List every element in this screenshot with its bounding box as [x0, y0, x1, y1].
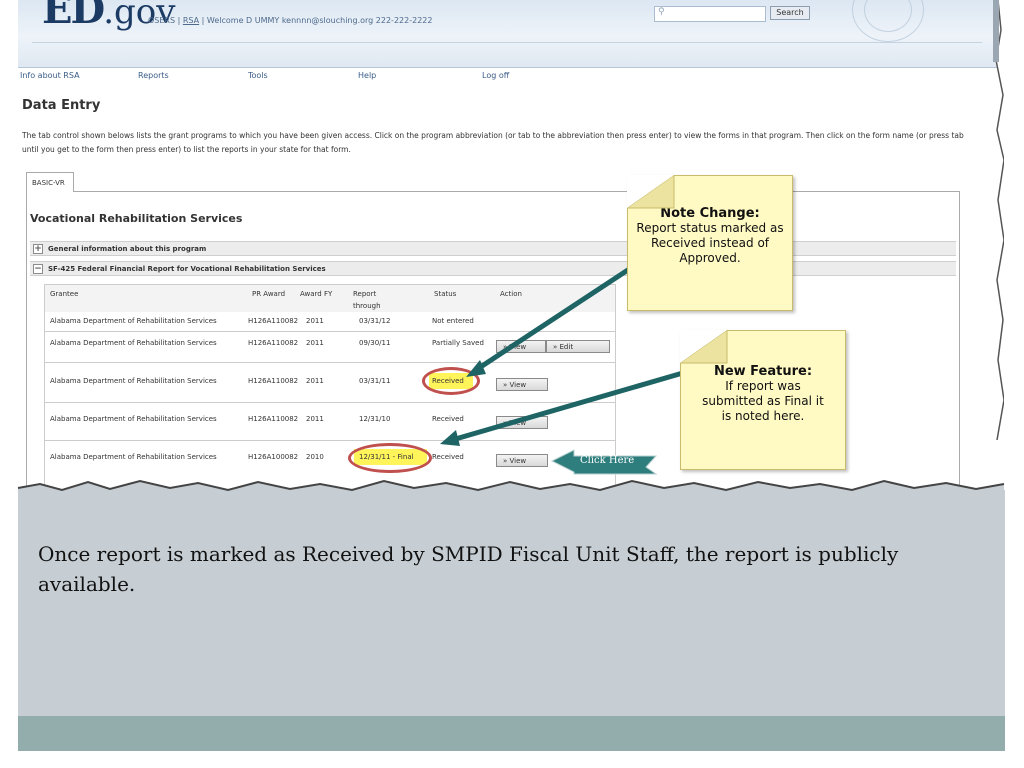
search-icon: ⚲ — [658, 7, 665, 17]
row-divider — [44, 402, 616, 403]
header-links: OSERS | RSA | Welcome D UMMY kennnn@slou… — [148, 16, 432, 25]
final-ellipse — [348, 443, 432, 473]
col-grantee: Grantee — [50, 290, 79, 298]
row1-status: Not entered — [432, 317, 474, 325]
row4-view-button[interactable]: » View — [496, 416, 548, 429]
row2-view-button[interactable]: » View — [496, 340, 546, 353]
row5-grantee: Alabama Department of Rehabilitation Ser… — [50, 453, 217, 461]
row3-through: 03/31/11 — [359, 377, 391, 385]
nav-tools[interactable]: Tools — [248, 71, 268, 80]
row1-award: H126A110082 — [248, 317, 299, 325]
row2-fy: 2011 — [306, 339, 324, 347]
logo-text-bold: ED — [42, 0, 105, 33]
accordion-sf425-report[interactable]: − SF-425 Federal Financial Report for Vo… — [30, 261, 956, 276]
row1-fy: 2011 — [306, 317, 324, 325]
col-report-line1: Report — [353, 290, 377, 298]
row5-award: H126A100082 — [248, 453, 299, 461]
row3-view-button[interactable]: » View — [496, 378, 548, 391]
welcome-text: | Welcome D UMMY kennnn@slouching.org 22… — [199, 16, 433, 25]
top-nav: Info about RSA Reports Tools Help Log of… — [18, 69, 998, 83]
row4-grantee: Alabama Department of Rehabilitation Ser… — [50, 415, 217, 423]
search-input[interactable]: ⚲ — [654, 6, 766, 22]
col-pr-award: PR Award — [252, 290, 286, 298]
accordion-label: General information about this program — [48, 245, 207, 253]
new-feature-title: New Feature: — [713, 364, 813, 379]
nav-reports[interactable]: Reports — [138, 71, 169, 80]
row2-status: Partially Saved — [432, 339, 484, 347]
note-fold-icon — [627, 175, 675, 209]
rsa-link[interactable]: RSA — [183, 16, 199, 25]
row3-fy: 2011 — [306, 377, 324, 385]
received-ellipse — [422, 367, 480, 395]
accordion-general-info[interactable]: + General information about this program — [30, 241, 956, 256]
row5-view-button[interactable]: » View — [496, 454, 548, 467]
row4-status: Received — [432, 415, 464, 423]
feature-fold-icon — [680, 330, 728, 364]
row2-through: 09/30/11 — [359, 339, 391, 347]
nav-help[interactable]: Help — [358, 71, 376, 80]
col-action: Action — [500, 290, 522, 298]
nav-log-off[interactable]: Log off — [482, 71, 509, 80]
row1-grantee: Alabama Department of Rehabilitation Ser… — [50, 317, 217, 325]
row2-edit-button[interactable]: » Edit — [546, 340, 610, 353]
note-change-body: Report status marked as Received instead… — [636, 221, 784, 265]
collapse-icon[interactable]: − — [33, 264, 43, 274]
page-title: Data Entry — [22, 98, 101, 113]
site-header: ED.gov OSERS | RSA | Welcome D UMMY kenn… — [18, 0, 998, 68]
row5-status: Received — [432, 453, 464, 461]
row2-award: H126A110082 — [248, 339, 299, 347]
expand-icon[interactable]: + — [33, 244, 43, 254]
note-change-callout: Note Change: Report status marked as Rec… — [627, 175, 793, 311]
slide-body — [18, 490, 1005, 716]
row4-award: H126A110082 — [248, 415, 299, 423]
nav-info-about-rsa[interactable]: Info about RSA — [20, 71, 80, 80]
row2-grantee: Alabama Department of Rehabilitation Ser… — [50, 339, 217, 347]
col-report-line2: through — [353, 302, 381, 310]
slide-caption: Once report is marked as Received by SMP… — [38, 542, 899, 596]
row4-fy: 2011 — [306, 415, 324, 423]
row3-grantee: Alabama Department of Rehabilitation Ser… — [50, 377, 217, 385]
col-report-through: Report through — [353, 288, 381, 312]
search-button[interactable]: Search — [770, 6, 810, 20]
click-here-label: Click Here — [580, 455, 635, 466]
row5-fy: 2010 — [306, 453, 324, 461]
page-intro: The tab control shown belows lists the g… — [22, 131, 964, 154]
col-status: Status — [434, 290, 457, 298]
osers-link[interactable]: OSERS | — [148, 16, 183, 25]
section-title: Vocational Rehabilitation Services — [30, 212, 243, 225]
row1-through: 03/31/12 — [359, 317, 391, 325]
note-change-title: Note Change: — [660, 206, 760, 221]
new-feature-callout: New Feature: If report was submitted as … — [680, 330, 846, 470]
slide-footer — [18, 716, 1005, 751]
accordion-label: SF-425 Federal Financial Report for Voca… — [48, 265, 326, 273]
row-divider — [44, 440, 616, 441]
col-award-fy: Award FY — [300, 290, 333, 298]
header-divider — [32, 42, 982, 43]
screenshot-region: ED.gov OSERS | RSA | Welcome D UMMY kenn… — [18, 0, 1004, 500]
new-feature-body: If report was submitted as Final it is n… — [702, 379, 824, 423]
row3-award: H126A110082 — [248, 377, 299, 385]
row-divider — [44, 362, 616, 363]
tab-basic-vr[interactable]: BASIC-VR — [26, 172, 74, 192]
row4-through: 12/31/10 — [359, 415, 391, 423]
row-divider — [44, 331, 616, 332]
